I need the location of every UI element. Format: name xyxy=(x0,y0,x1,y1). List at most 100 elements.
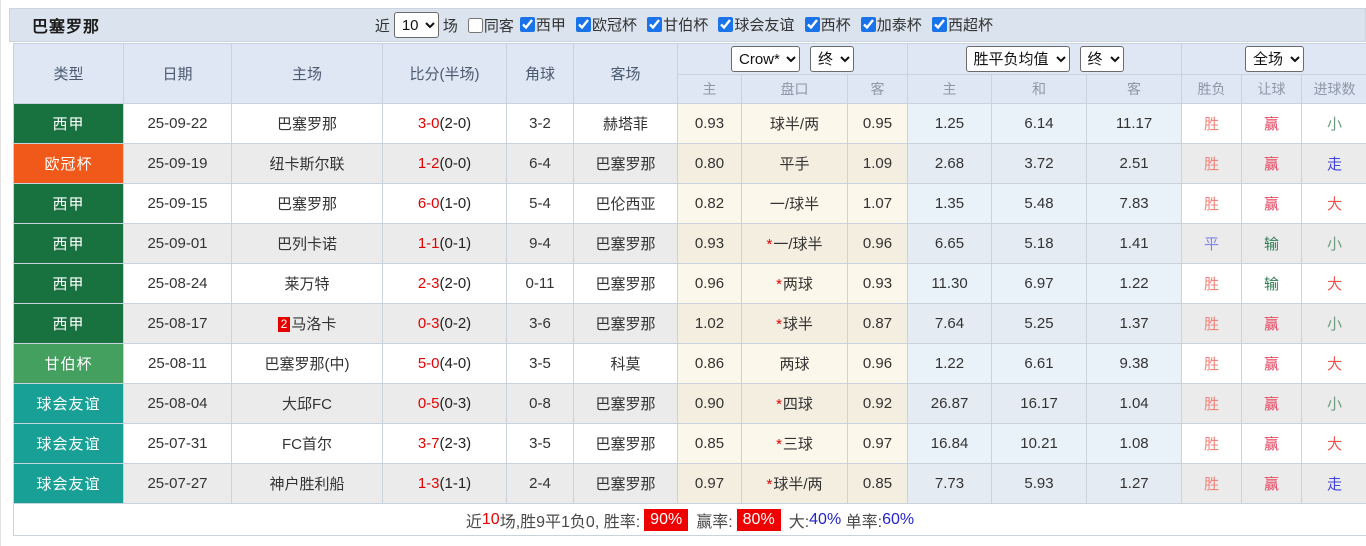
competition-checkbox[interactable] xyxy=(718,17,734,32)
away-team-name[interactable]: 科莫 xyxy=(610,356,640,373)
match-row[interactable]: 西甲 25-08-24 莱万特 2-3(2-0) 0-11 巴塞罗那 0.96 … xyxy=(13,263,1366,304)
result-goals: 大 xyxy=(1301,183,1366,224)
home-team-cell[interactable]: 纽卡斯尔联 xyxy=(231,143,383,184)
result-handicap: 赢 xyxy=(1241,383,1303,424)
underdog-star: * xyxy=(766,476,773,493)
away-team-cell[interactable]: 巴塞罗那 xyxy=(573,463,678,504)
home-win-odds: 16.84 xyxy=(907,423,993,464)
underdog-star: * xyxy=(776,316,782,333)
competition-filter[interactable]: 西杯 xyxy=(801,14,851,35)
away-team-name[interactable]: 赫塔菲 xyxy=(603,116,648,133)
home-team-name[interactable]: FC首尔 xyxy=(282,436,332,453)
away-team-name[interactable]: 巴塞罗那 xyxy=(595,436,655,453)
score-cell[interactable]: 3-7(2-3) xyxy=(382,423,507,464)
away-team-cell[interactable]: 科莫 xyxy=(573,343,678,384)
away-team-name[interactable]: 巴塞罗那 xyxy=(595,276,655,293)
competition-filter[interactable]: 加泰杯 xyxy=(857,14,922,35)
home-team-name[interactable]: 神户胜利船 xyxy=(269,476,344,493)
match-row[interactable]: 甘伯杯 25-08-11 巴塞罗那(中) 5-0(4-0) 3-5 科莫 0.8… xyxy=(13,343,1366,384)
away-team-cell[interactable]: 巴塞罗那 xyxy=(573,423,678,464)
match-row[interactable]: 球会友谊 25-08-04 大邱FC 0-5(0-3) 0-8 巴塞罗那 0.9… xyxy=(13,383,1366,424)
away-team-name[interactable]: 巴塞罗那 xyxy=(595,156,655,173)
same-away-toggle[interactable]: 同客 xyxy=(464,15,514,36)
away-team-name[interactable]: 巴塞罗那 xyxy=(595,396,655,413)
handicap-home-odds: 0.86 xyxy=(677,343,742,384)
competition-filter[interactable]: 球会友谊 xyxy=(714,14,794,35)
score-cell[interactable]: 1-3(1-1) xyxy=(382,463,507,504)
underdog-star: * xyxy=(776,276,782,293)
competition-checkbox[interactable] xyxy=(931,17,947,32)
scope-select[interactable]: 全场 xyxy=(1245,46,1305,72)
competition-checkbox[interactable] xyxy=(804,17,820,32)
match-row[interactable]: 西甲 25-09-22 巴塞罗那 3-0(2-0) 3-2 赫塔菲 0.93 *… xyxy=(13,103,1366,144)
match-row[interactable]: 欧冠杯 25-09-19 纽卡斯尔联 1-2(0-0) 6-4 巴塞罗那 0.8… xyxy=(13,143,1366,184)
score-cell[interactable]: 5-0(4-0) xyxy=(382,343,507,384)
competition-filter[interactable]: 甘伯杯 xyxy=(643,14,708,35)
score-cell[interactable]: 3-0(2-0) xyxy=(382,103,507,144)
competition-checkbox[interactable] xyxy=(519,17,535,32)
handicap-line-cell: *平手 xyxy=(741,143,848,184)
match-row[interactable]: 西甲 25-09-01 巴列卡诺 1-1(0-1) 9-4 巴塞罗那 0.93 … xyxy=(13,223,1366,264)
home-team-cell[interactable]: 大邱FC xyxy=(231,383,383,424)
match-row[interactable]: 西甲 25-08-17 2 马洛卡 0-3(0-2) 3-6 巴塞罗那 1.02 … xyxy=(13,303,1366,344)
home-team-cell[interactable]: FC首尔 xyxy=(231,423,383,464)
wdl-time-select[interactable]: 终 xyxy=(1079,46,1124,72)
away-win-odds: 1.08 xyxy=(1086,423,1183,464)
home-team-name[interactable]: 马洛卡 xyxy=(291,316,336,333)
match-row[interactable]: 球会友谊 25-07-27 神户胜利船 1-3(1-1) 2-4 巴塞罗那 0.… xyxy=(13,463,1366,504)
away-team-cell[interactable]: 巴塞罗那 xyxy=(573,383,678,424)
home-team-cell[interactable]: 2 马洛卡 xyxy=(231,303,383,344)
col-odds-away: 客 xyxy=(846,74,909,104)
away-team-cell[interactable]: 巴塞罗那 xyxy=(573,263,678,304)
home-team-cell[interactable]: 巴塞罗那 xyxy=(231,103,383,144)
competition-filter[interactable]: 西甲 xyxy=(516,14,566,35)
score-cell[interactable]: 2-3(2-0) xyxy=(382,263,507,304)
recent-count-select[interactable]: 10 xyxy=(393,12,439,38)
result-handicap: 赢 xyxy=(1241,303,1303,344)
competition-filter[interactable]: 欧冠杯 xyxy=(572,14,637,35)
competition-filter[interactable]: 西超杯 xyxy=(928,14,993,35)
bookmaker-time-select[interactable]: 终 xyxy=(810,46,855,72)
competition-checkbox[interactable] xyxy=(576,17,592,32)
wdl-avg-select[interactable]: 胜平负均值 xyxy=(965,46,1070,72)
home-team-cell[interactable]: 巴塞罗那(中) xyxy=(231,343,383,384)
away-team-name[interactable]: 巴塞罗那 xyxy=(595,476,655,493)
score-cell[interactable]: 1-1(0-1) xyxy=(382,223,507,264)
home-team-name[interactable]: 巴塞罗那(中) xyxy=(265,356,350,373)
competition-checkbox[interactable] xyxy=(647,17,663,32)
away-team-name[interactable]: 巴伦西亚 xyxy=(595,196,655,213)
match-row[interactable]: 球会友谊 25-07-31 FC首尔 3-7(2-3) 3-5 巴塞罗那 0.8… xyxy=(13,423,1366,464)
home-team-name[interactable]: 莱万特 xyxy=(284,276,329,293)
result-goals: 走 xyxy=(1301,463,1366,504)
away-team-cell[interactable]: 巴塞罗那 xyxy=(573,303,678,344)
handicap-line-cell: *两球 xyxy=(741,263,848,304)
home-team-name[interactable]: 巴塞罗那 xyxy=(277,196,337,213)
home-team-name[interactable]: 大邱FC xyxy=(282,396,332,413)
score-cell[interactable]: 1-2(0-0) xyxy=(382,143,507,184)
col-result-handicap: 让球 xyxy=(1241,74,1303,104)
match-row[interactable]: 西甲 25-09-15 巴塞罗那 6-0(1-0) 5-4 巴伦西亚 0.82 … xyxy=(13,183,1366,224)
home-team-cell[interactable]: 巴塞罗那 xyxy=(231,183,383,224)
away-team-name[interactable]: 巴塞罗那 xyxy=(595,316,655,333)
competition-badge: 西甲 xyxy=(13,183,124,224)
away-team-cell[interactable]: 巴伦西亚 xyxy=(573,183,678,224)
score-cell[interactable]: 0-5(0-3) xyxy=(382,383,507,424)
home-team-name[interactable]: 纽卡斯尔联 xyxy=(269,156,344,173)
home-team-name[interactable]: 巴塞罗那 xyxy=(277,116,337,133)
away-team-cell[interactable]: 巴塞罗那 xyxy=(573,143,678,184)
away-win-odds: 1.22 xyxy=(1086,263,1183,304)
score-cell[interactable]: 6-0(1-0) xyxy=(382,183,507,224)
same-away-checkbox[interactable] xyxy=(467,17,483,33)
away-team-cell[interactable]: 巴塞罗那 xyxy=(573,223,678,264)
bookmaker-select[interactable]: Crow* xyxy=(731,46,801,72)
away-team-cell[interactable]: 赫塔菲 xyxy=(573,103,678,144)
home-team-cell[interactable]: 巴列卡诺 xyxy=(231,223,383,264)
score-cell[interactable]: 0-3(0-2) xyxy=(382,303,507,344)
home-team-cell[interactable]: 莱万特 xyxy=(231,263,383,304)
home-team-name[interactable]: 巴列卡诺 xyxy=(277,236,337,253)
competition-checkbox[interactable] xyxy=(860,17,876,32)
home-team-cell[interactable]: 神户胜利船 xyxy=(231,463,383,504)
fulltime-score: 1-2 xyxy=(417,155,440,172)
handicap-away-odds: 1.09 xyxy=(846,143,909,184)
away-team-name[interactable]: 巴塞罗那 xyxy=(595,236,655,253)
